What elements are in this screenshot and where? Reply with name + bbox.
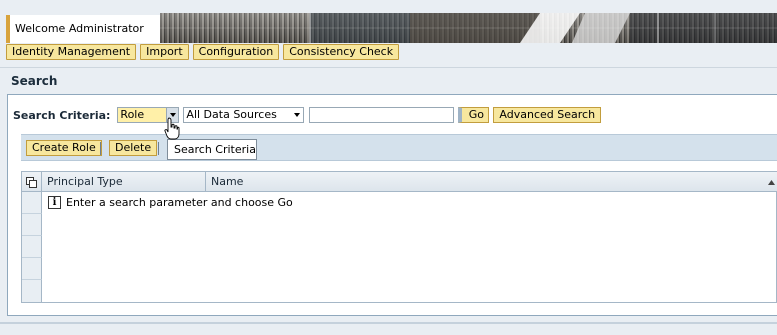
toolbar-separator: [158, 142, 159, 155]
column-header-principal-type[interactable]: Principal Type: [42, 172, 206, 192]
column-header-name[interactable]: Name: [206, 172, 777, 192]
empty-message-text: Enter a search parameter and choose Go: [66, 196, 293, 209]
data-source-select[interactable]: All Data Sources: [183, 107, 305, 123]
row-selector[interactable]: [22, 258, 42, 280]
nav-import[interactable]: Import: [140, 44, 189, 60]
row-selector[interactable]: [22, 192, 42, 214]
data-source-value: All Data Sources: [186, 108, 277, 121]
select-all-icon[interactable]: [22, 172, 42, 192]
footer-divider: [0, 322, 777, 324]
results-table: Principal Type Name i Enter a search par…: [21, 171, 777, 303]
search-criteria-row: Search Criteria: Role All Data Sources G…: [13, 106, 602, 124]
nav-consistency-check[interactable]: Consistency Check: [283, 44, 400, 60]
header-bar: Welcome Administrator: [0, 13, 777, 43]
principal-type-value: Role: [120, 108, 145, 121]
create-role-button[interactable]: Create Role: [26, 140, 102, 156]
empty-table-message: i Enter a search parameter and choose Go: [48, 196, 293, 209]
chevron-down-icon[interactable]: [291, 108, 304, 122]
nav-configuration[interactable]: Configuration: [192, 44, 280, 60]
toolbar-separator: [100, 142, 101, 155]
table-header: Principal Type Name: [22, 172, 777, 192]
hand-cursor-icon: [164, 117, 180, 140]
delete-button[interactable]: Delete: [109, 140, 158, 156]
header-banner-image: [160, 13, 777, 43]
welcome-text: Welcome Administrator: [6, 15, 160, 43]
info-icon: i: [48, 196, 61, 209]
top-navigation: Identity Management Import Configuration…: [6, 44, 400, 60]
search-criteria-label: Search Criteria:: [13, 108, 111, 122]
advanced-search-button[interactable]: Advanced Search: [493, 107, 602, 123]
go-button[interactable]: Go: [458, 107, 490, 123]
search-input[interactable]: [309, 107, 455, 123]
table-toolbar: Create Role Delete: [21, 134, 777, 161]
tooltip: Search Criteria: [167, 139, 257, 160]
page-title: Search: [11, 74, 58, 88]
row-selector[interactable]: [22, 280, 42, 302]
sort-icon[interactable]: [768, 179, 775, 186]
header-divider: [0, 67, 777, 68]
row-selector[interactable]: [22, 214, 42, 236]
row-selector[interactable]: [22, 236, 42, 258]
nav-identity-management[interactable]: Identity Management: [6, 44, 137, 60]
